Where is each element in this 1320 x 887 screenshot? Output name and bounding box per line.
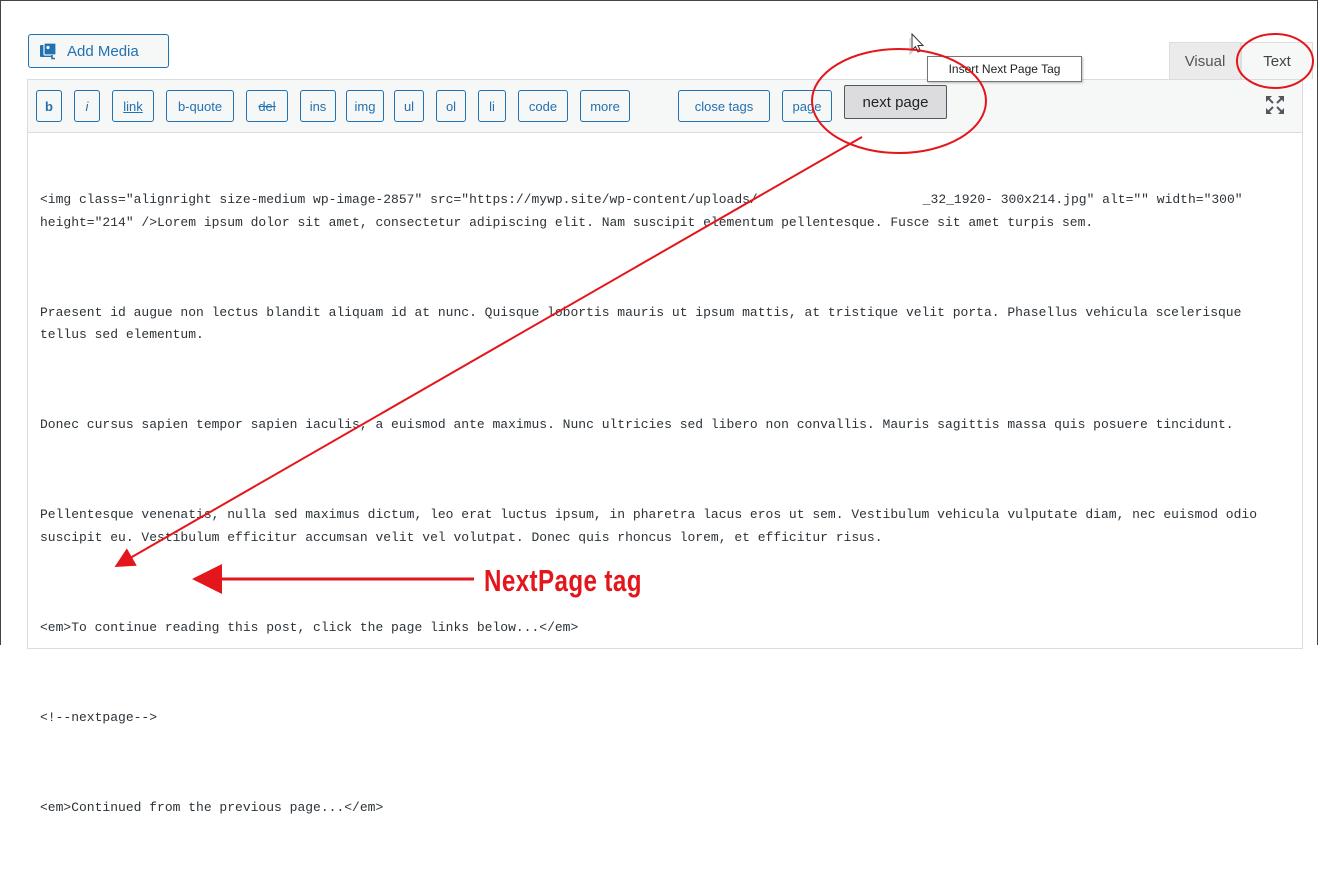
ins-button[interactable]: ins: [300, 90, 336, 122]
nextpage-annotation-label: NextPage tag: [484, 563, 642, 598]
content-paragraph: Donec cursus sapien tempor sapien iaculi…: [40, 417, 1234, 432]
page-button[interactable]: page: [782, 90, 832, 122]
del-button[interactable]: del: [246, 90, 288, 122]
img-button[interactable]: img: [346, 90, 384, 122]
content-paragraph: Praesent id augue non lectus blandit ali…: [40, 304, 1250, 343]
bold-button[interactable]: b: [36, 90, 62, 122]
content-paragraph: Pellentesque venenatis, nulla sed maximu…: [40, 507, 1265, 545]
tooltip: Insert Next Page Tag: [927, 56, 1082, 82]
editor-content[interactable]: <img class="alignright size-medium wp-im…: [40, 144, 1292, 887]
code-button[interactable]: code: [518, 90, 568, 122]
media-icon: [39, 42, 59, 60]
quicktags-toolbar: b i link b-quote del ins img ul ol li co…: [28, 80, 1302, 133]
content-line: _32_1920-: [922, 192, 993, 207]
fullscreen-icon[interactable]: [1264, 94, 1286, 116]
next-page-button[interactable]: next page: [844, 85, 947, 119]
add-media-button[interactable]: Add Media: [28, 34, 169, 68]
link-button[interactable]: link: [112, 90, 154, 122]
ul-button[interactable]: ul: [394, 90, 424, 122]
mouse-cursor-icon: [908, 32, 926, 62]
close-tags-button[interactable]: close tags: [678, 90, 770, 122]
ol-button[interactable]: ol: [436, 90, 466, 122]
nextpage-tag-line: <!--nextpage-->: [40, 709, 158, 725]
text-editor: b i link b-quote del ins img ul ol li co…: [27, 79, 1303, 815]
content-paragraph: <em>Continued from the previous page...<…: [40, 799, 384, 815]
add-media-label: Add Media: [67, 42, 139, 60]
tab-visual[interactable]: Visual: [1169, 42, 1241, 79]
content-paragraph: <em>To continue reading this post, click…: [40, 619, 579, 635]
italic-button[interactable]: i: [74, 90, 100, 122]
more-button[interactable]: more: [580, 90, 630, 122]
tab-text[interactable]: Text: [1241, 42, 1313, 79]
blockquote-button[interactable]: b-quote: [166, 90, 234, 122]
editor-frame: Add Media Visual Text b i link b-quote d…: [0, 0, 1318, 815]
content-line: <img class="alignright size-medium wp-im…: [40, 192, 758, 207]
li-button[interactable]: li: [478, 90, 506, 122]
